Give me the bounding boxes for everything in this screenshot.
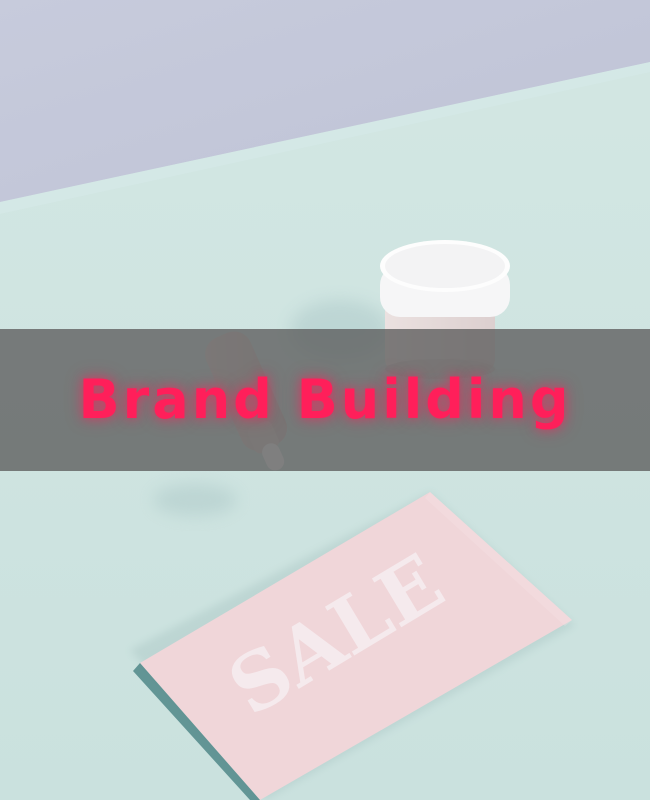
product-photo-scene: SALE Brand Building (0, 0, 650, 800)
brand-building-title: Brand Building (78, 368, 572, 431)
title-banner: Brand Building (0, 329, 650, 471)
